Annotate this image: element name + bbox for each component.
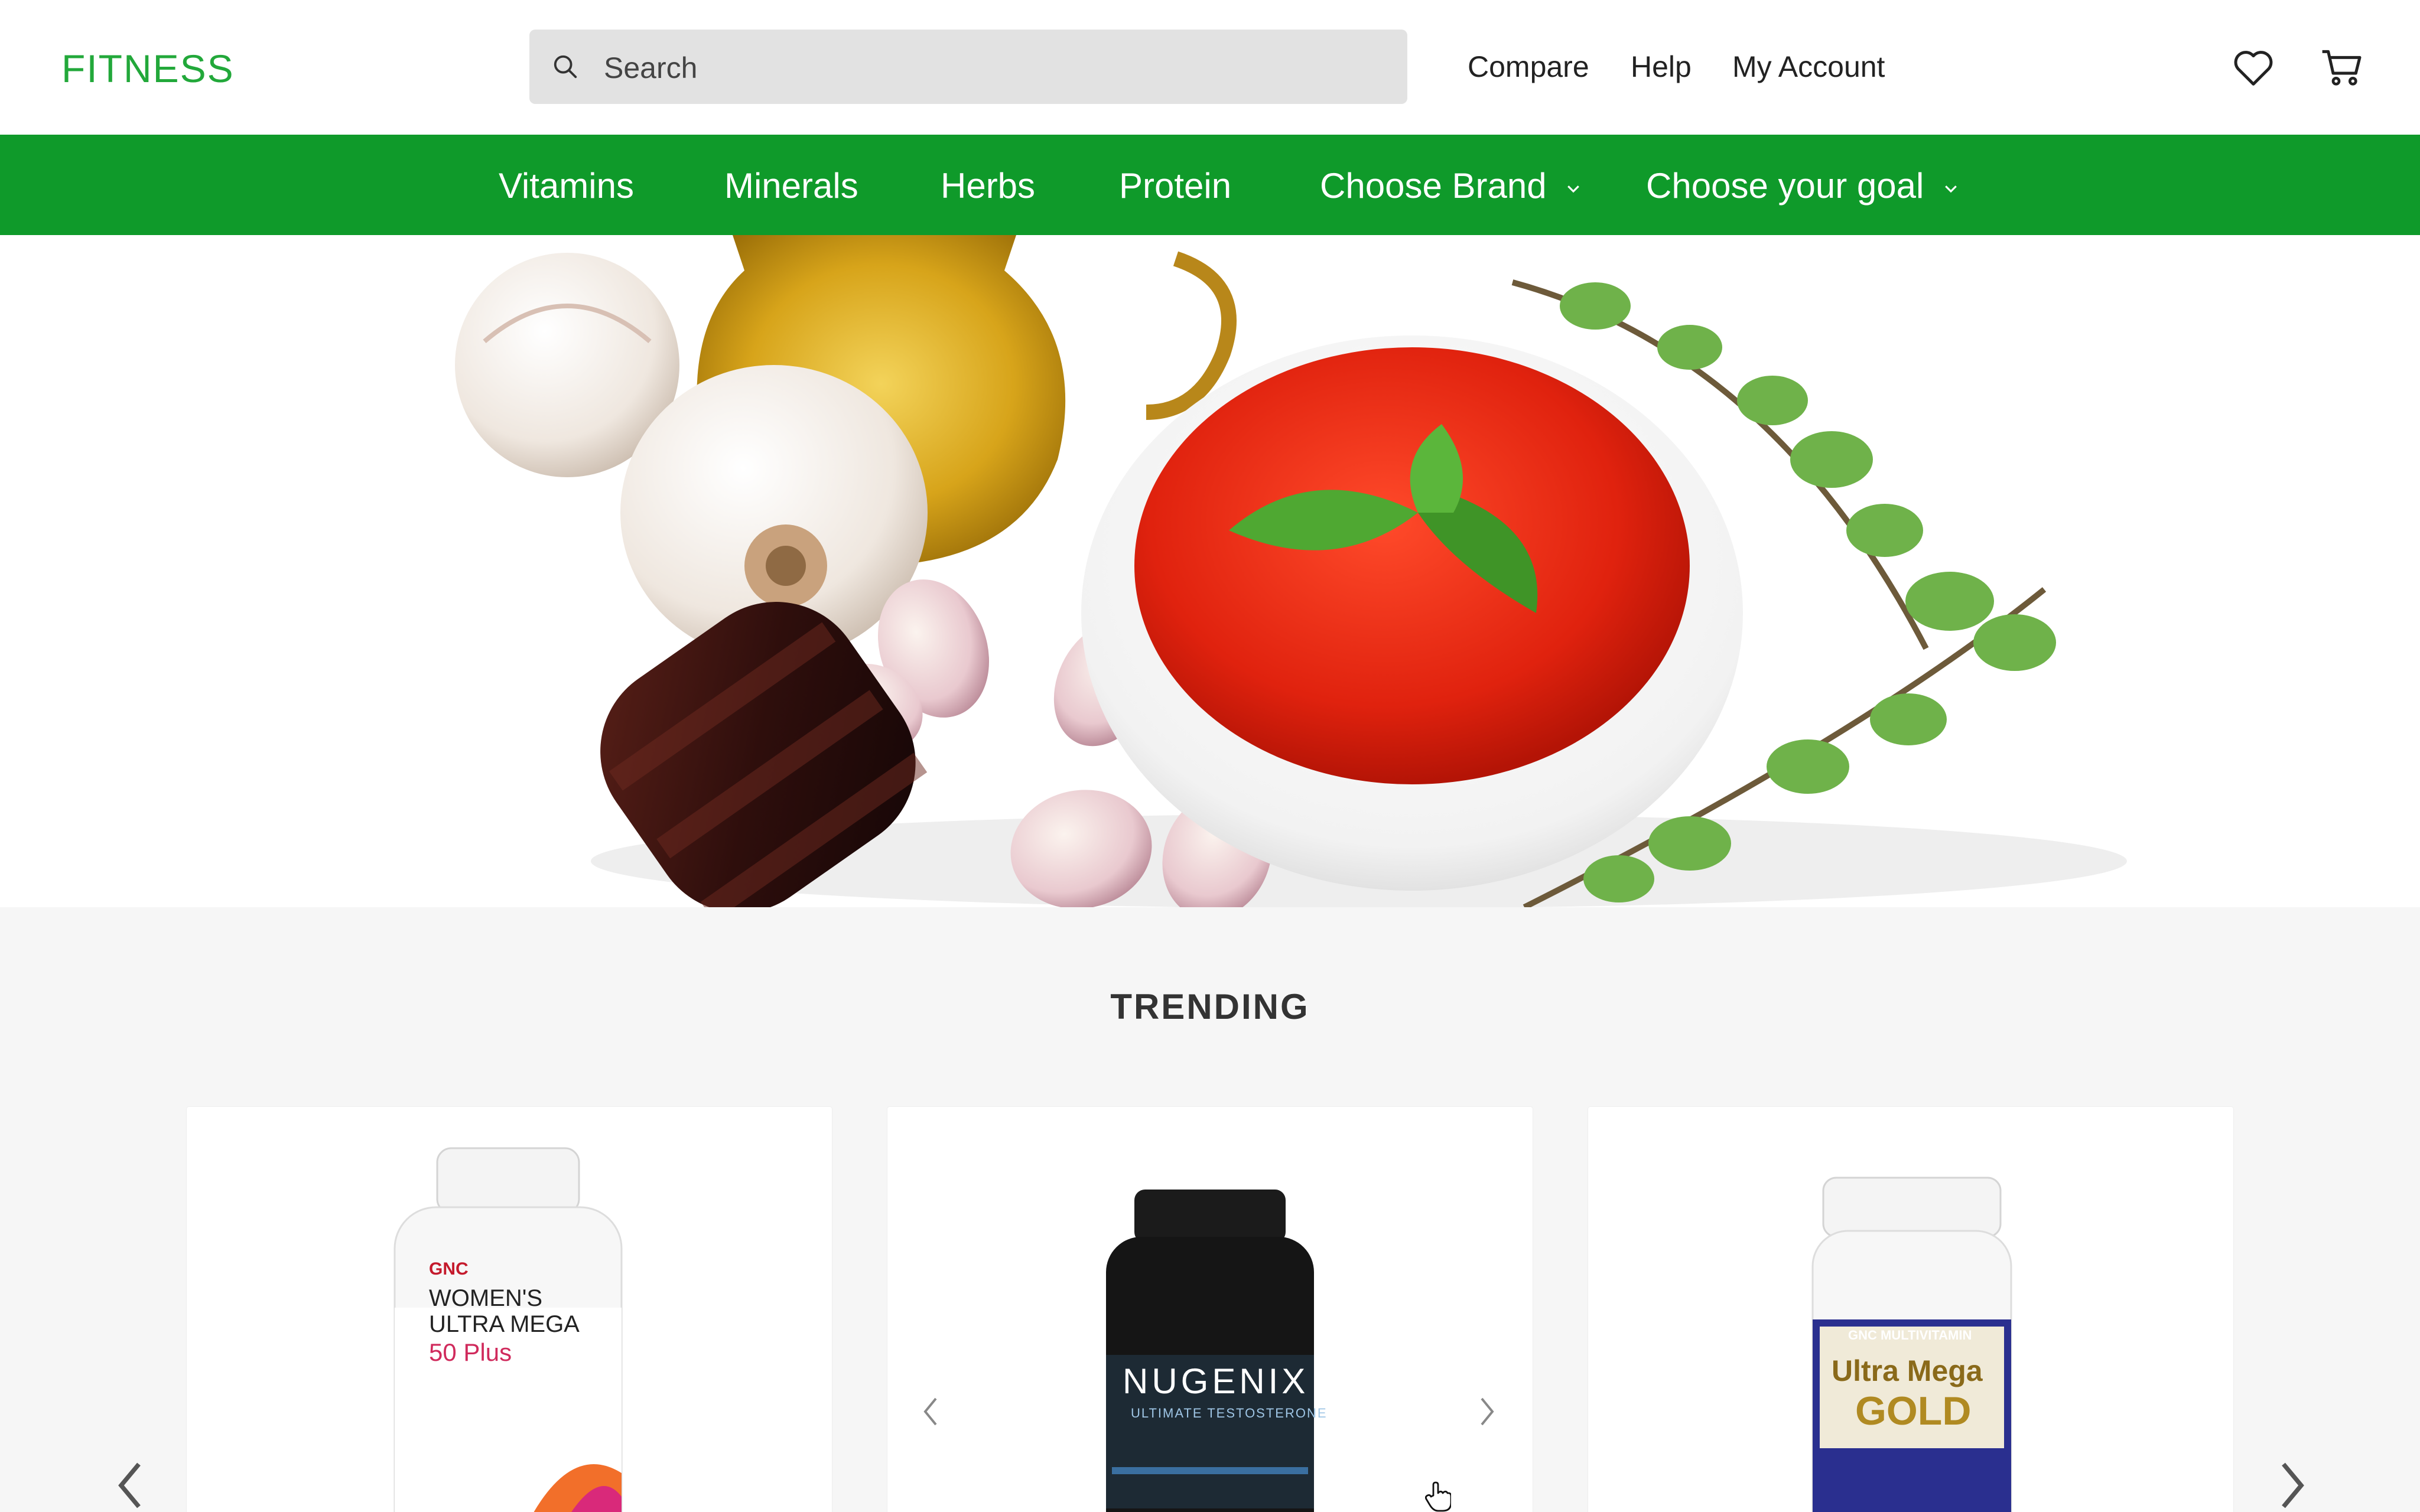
search-icon[interactable]: [552, 53, 579, 80]
carousel-prev-icon[interactable]: [112, 1459, 148, 1512]
my-account-link[interactable]: My Account: [1732, 50, 1885, 84]
nav-item-herbs[interactable]: Herbs: [941, 165, 1035, 206]
hero-banner[interactable]: [0, 235, 2420, 907]
product-name-line: 50 Plus: [429, 1338, 512, 1366]
nav-item-vitamins[interactable]: Vitamins: [499, 165, 634, 206]
product-card[interactable]: GNC MULTIVITAMIN Ultra Mega GOLD: [1588, 1107, 2233, 1512]
search-placeholder[interactable]: Search: [604, 51, 697, 85]
product-name-line: GOLD: [1855, 1389, 1972, 1433]
nav-label: Minerals: [724, 166, 858, 206]
compare-link[interactable]: Compare: [1468, 50, 1589, 84]
nav-label: Herbs: [941, 166, 1036, 206]
product-image: [1811, 1177, 2012, 1512]
nav-item-choose-goal[interactable]: Choose your goal: [1646, 165, 1960, 206]
product-brand: NUGENIX: [1123, 1361, 1309, 1401]
chevron-down-icon: [1567, 185, 1580, 193]
heart-icon[interactable]: [2229, 44, 2278, 91]
nav-label: Choose Brand: [1320, 166, 1547, 206]
product-name-line: ULTIMATE TESTOSTERONE: [1131, 1406, 1328, 1420]
hero-food-image: [455, 235, 2127, 907]
product-name-line: ULTRA MEGA: [429, 1311, 580, 1337]
site-logo[interactable]: FITNESS: [61, 46, 235, 91]
nav-label: Choose your goal: [1646, 166, 1924, 206]
search-bar[interactable]: Search: [529, 30, 1407, 104]
nav-label: Protein: [1119, 166, 1232, 206]
product-card[interactable]: GNC WOMEN'S ULTRA MEGA 50 Plus: [187, 1107, 832, 1512]
product-name-line: WOMEN'S: [429, 1285, 543, 1311]
card-next-icon[interactable]: [1475, 1394, 1498, 1429]
product-card[interactable]: NUGENIX ULTIMATE TESTOSTERONE: [887, 1107, 1533, 1512]
category-nav: Vitamins Minerals Herbs Protein Choose B…: [0, 135, 2420, 235]
nav-item-choose-brand[interactable]: Choose Brand: [1320, 165, 1582, 206]
chevron-down-icon: [1945, 185, 1957, 193]
nav-label: Vitamins: [499, 166, 634, 206]
trending-section: TRENDING GNC WOMEN'S ULTRA MEGA 50 Plus …: [0, 907, 2420, 1512]
cart-icon[interactable]: [2317, 44, 2367, 91]
product-name-line: Ultra Mega: [1832, 1354, 1983, 1387]
card-prev-icon[interactable]: [919, 1394, 943, 1429]
nav-item-protein[interactable]: Protein: [1119, 165, 1231, 206]
site-header: FITNESS Search Compare Help My Account: [0, 0, 2420, 135]
carousel-next-icon[interactable]: [2275, 1459, 2310, 1512]
product-brand: GNC MULTIVITAMIN: [1848, 1328, 1972, 1342]
hand-cursor-icon: [1425, 1481, 1451, 1512]
nav-item-minerals[interactable]: Minerals: [724, 165, 858, 206]
product-brand: GNC: [429, 1259, 469, 1279]
section-title: TRENDING: [1110, 987, 1310, 1027]
product-image: [1106, 1190, 1314, 1512]
help-link[interactable]: Help: [1631, 50, 1692, 84]
